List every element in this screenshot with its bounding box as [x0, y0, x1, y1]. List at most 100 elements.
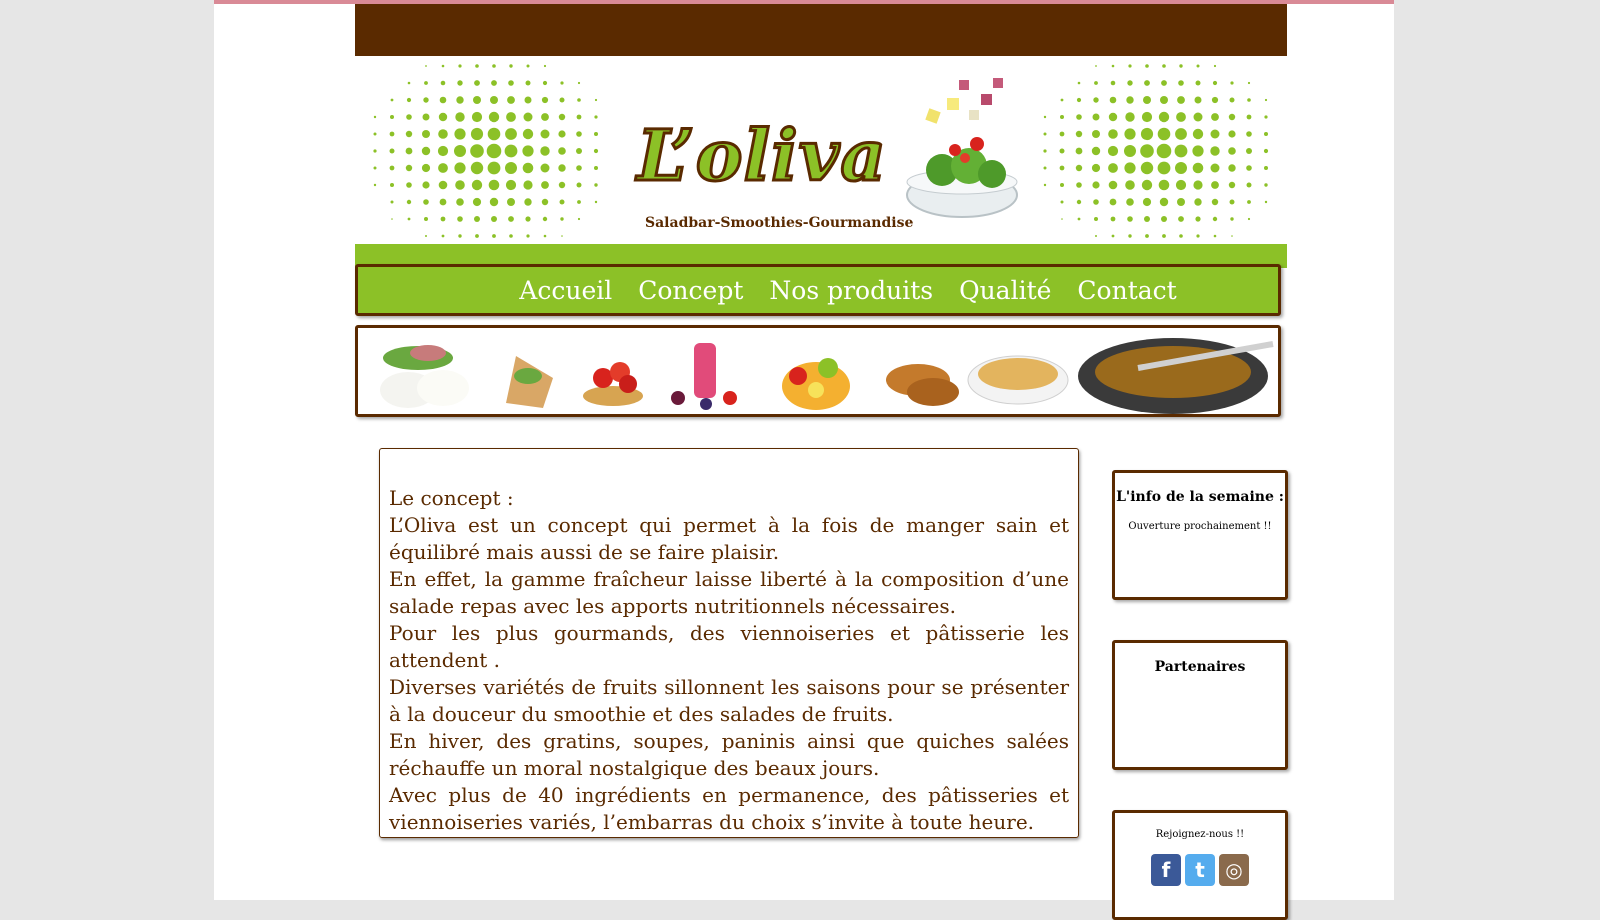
join-text: Rejoignez-nous !! — [1155, 829, 1245, 840]
halftone-dot — [1125, 180, 1135, 190]
halftone-dot — [1077, 217, 1081, 221]
halftone-dot — [543, 64, 547, 68]
halftone-dot — [542, 216, 548, 222]
halftone-dot — [1229, 199, 1235, 205]
halftone-dot — [422, 113, 430, 121]
halftone-dot — [424, 81, 428, 85]
halftone-dot — [470, 161, 484, 175]
halftone-dot — [1175, 179, 1187, 191]
halftone-dot — [1094, 217, 1098, 221]
halftone-dot — [1159, 197, 1169, 207]
site-logo[interactable]: L’oliva — [636, 113, 888, 199]
nav-nos-produits[interactable]: Nos produits — [769, 276, 933, 305]
halftone-dot — [488, 179, 500, 191]
halftone-dot — [1210, 129, 1220, 139]
halftone-dot — [1246, 148, 1252, 154]
halftone-dot — [421, 163, 431, 173]
halftone-dot — [508, 216, 514, 222]
halftone-dot — [390, 183, 394, 187]
halftone-dot — [1043, 166, 1047, 170]
halftone-dot — [1126, 198, 1134, 206]
halftone-dot — [505, 179, 517, 191]
halftone-dot — [475, 234, 479, 238]
right-dot-pattern — [1043, 64, 1269, 238]
halftone-dot — [1060, 98, 1064, 102]
header-brown-bar — [355, 4, 1287, 56]
halftone-dot — [440, 80, 446, 86]
halftone-dot — [490, 96, 498, 104]
halftone-dot — [1211, 181, 1219, 189]
weekly-info-title: L'info de la semaine : — [1116, 489, 1284, 505]
halftone-dot — [1094, 81, 1098, 85]
halftone-dot — [492, 234, 496, 238]
twitter-icon[interactable]: t — [1185, 854, 1215, 886]
halftone-dot — [425, 65, 427, 67]
nav-concept[interactable]: Concept — [638, 276, 743, 305]
halftone-dot — [390, 115, 394, 119]
halftone-dot — [1124, 162, 1136, 174]
concept-paragraph: En hiver, des gratins, soupes, paninis a… — [389, 729, 1069, 780]
halftone-dot — [1247, 98, 1251, 102]
halftone-dot — [491, 216, 497, 222]
halftone-dot — [1264, 200, 1268, 204]
halftone-dot — [1196, 234, 1200, 238]
halftone-dot — [1246, 131, 1252, 137]
halftone-dot — [560, 217, 564, 221]
halftone-dot — [1193, 112, 1203, 122]
halftone-dot — [541, 96, 549, 104]
halftone-dot — [1211, 96, 1219, 104]
partners-box: Partenaires — [1112, 640, 1288, 770]
halftone-dot — [540, 146, 550, 156]
concept-content: Le concept : L’Oliva est un concept qui … — [379, 448, 1079, 838]
halftone-dot — [558, 164, 566, 172]
halftone-dot — [524, 198, 532, 206]
halftone-dot — [507, 96, 515, 104]
halftone-dot — [487, 127, 501, 141]
halftone-dot — [558, 113, 566, 121]
halftone-dot — [1177, 198, 1185, 206]
halftone-dot — [594, 183, 598, 187]
halftone-dot — [525, 80, 531, 86]
halftone-dot — [1157, 127, 1171, 141]
halftone-dot — [390, 98, 394, 102]
halftone-dot — [492, 64, 496, 68]
halftone-dot — [1158, 179, 1170, 191]
halftone-dot — [1092, 181, 1100, 189]
halftone-dot — [1095, 65, 1097, 67]
halftone-dot — [594, 200, 598, 204]
halftone-dot — [576, 148, 582, 154]
halftone-dot — [456, 198, 464, 206]
halftone-dot — [594, 132, 598, 136]
halftone-dot — [458, 64, 462, 68]
halftone-dot — [373, 166, 377, 170]
halftone-dot — [422, 181, 430, 189]
halftone-dot — [1061, 218, 1063, 220]
nav-accueil[interactable]: Accueil — [519, 276, 612, 305]
halftone-dot — [1109, 96, 1117, 104]
halftone-dot — [1095, 235, 1097, 237]
halftone-dot — [1143, 96, 1151, 104]
halftone-dot — [470, 144, 484, 158]
instagram-icon[interactable]: ◎ — [1219, 854, 1249, 886]
halftone-dot — [1107, 145, 1119, 157]
halftone-dot — [522, 145, 534, 157]
halftone-dot — [1145, 64, 1149, 68]
nav-contact[interactable]: Contact — [1077, 276, 1176, 305]
halftone-dot — [524, 96, 532, 104]
halftone-dot — [1043, 115, 1047, 119]
halftone-dot — [407, 217, 411, 221]
halftone-dot — [558, 147, 566, 155]
halftone-dot — [1195, 80, 1201, 86]
halftone-dot — [474, 80, 480, 86]
facebook-icon[interactable]: f — [1151, 854, 1181, 886]
halftone-dot — [1176, 112, 1186, 122]
halftone-dot — [1178, 216, 1184, 222]
halftone-dot — [540, 129, 550, 139]
halftone-dot — [486, 143, 502, 159]
nav-qualite[interactable]: Qualité — [959, 276, 1051, 305]
halftone-dot — [558, 130, 566, 138]
halftone-dot — [1212, 80, 1218, 86]
halftone-dot — [1043, 183, 1047, 187]
halftone-dot — [455, 112, 465, 122]
halftone-dot — [1264, 132, 1268, 136]
